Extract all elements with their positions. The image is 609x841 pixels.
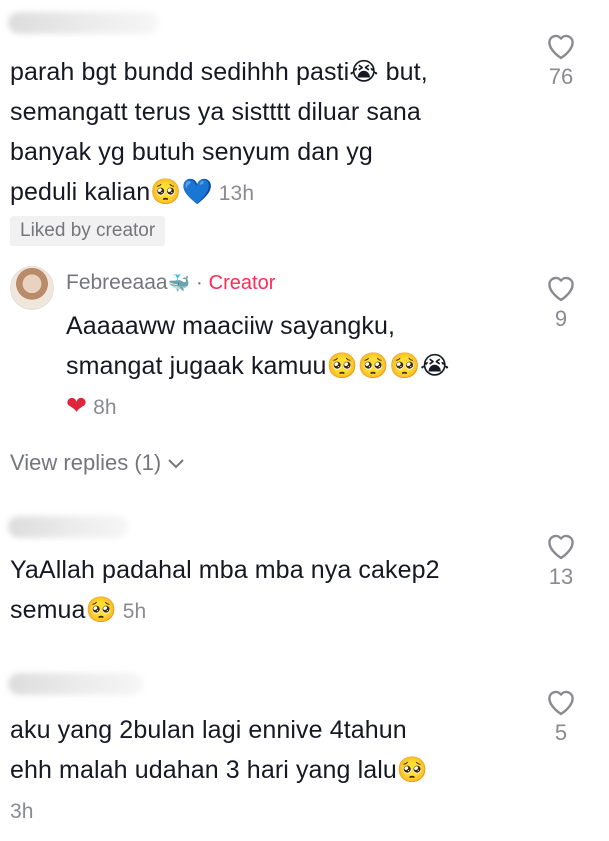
comment1-time: 13h	[218, 182, 255, 205]
pleading-face-emoji: 🥺	[150, 177, 182, 206]
comment3-time: 3h	[10, 800, 34, 823]
reply-time: 8h	[93, 396, 117, 419]
avatar[interactable]	[10, 266, 54, 310]
comment1-text: parah bgt bundd sedihhh pasti😭 but, sema…	[10, 52, 428, 214]
comment3-text: aku yang 2bulan lagi ennive 4tahun ehh m…	[10, 710, 428, 832]
comment3-line2: ehh malah udahan 3 hari yang lalu	[10, 756, 397, 784]
crying-face-emoji: 😭	[420, 351, 450, 380]
pleading-face-emoji: 🥺	[396, 755, 429, 784]
creator-label: Creator	[208, 272, 276, 294]
reply-separator: ·	[190, 271, 209, 294]
pleading-face-emoji: 🥺🥺🥺	[326, 351, 421, 380]
view-replies-button[interactable]: View replies (1)	[10, 450, 185, 476]
comment3-like-count: 5	[554, 720, 568, 745]
comment1-line2: semangatt terus ya sistttt diluar sana	[10, 98, 421, 126]
reply-username[interactable]: Febreeaaa	[66, 271, 168, 294]
heart-outline-icon[interactable]	[544, 686, 578, 716]
reply-like-count: 9	[554, 306, 568, 331]
comment3-line1: aku yang 2bulan lagi ennive 4tahun	[10, 716, 407, 744]
pleading-face-emoji: 🥺	[85, 595, 117, 624]
liked-by-creator-badge: Liked by creator	[10, 216, 166, 246]
comment3-like[interactable]: 5	[531, 686, 591, 746]
comment1-line1: parah bgt bundd sedihhh pasti	[10, 58, 350, 86]
comment3-username-blurred[interactable]	[8, 673, 143, 695]
comment1-line1-tail: but,	[378, 58, 428, 86]
comment1-like-count: 76	[548, 64, 574, 89]
view-replies-label: View replies (1)	[10, 450, 162, 475]
comment1-username-blurred[interactable]	[8, 12, 158, 34]
reply-line2: smangat jugaak kamuu	[66, 352, 327, 380]
comment2-like[interactable]: 13	[531, 530, 591, 590]
comment1-line3: banyak yg butuh senyum dan yg	[10, 138, 373, 166]
crying-face-emoji: 😭	[349, 57, 379, 86]
comment2-username-blurred[interactable]	[8, 516, 128, 538]
reply-text: Aaaaaww maaciiw sayangku, smangat jugaak…	[66, 306, 449, 428]
comment2-line1: YaAllah padahal mba mba nya cakep2	[10, 556, 440, 584]
whale-emoji: 🐳	[167, 273, 190, 294]
red-heart-emoji: ❤	[66, 391, 88, 420]
heart-outline-icon[interactable]	[544, 272, 578, 302]
blue-heart-emoji: 💙	[181, 177, 213, 206]
comment2-time: 5h	[122, 600, 147, 623]
comment1-line4: peduli kalian	[10, 178, 151, 206]
chevron-down-icon	[168, 459, 185, 469]
reply-header: Febreeaaa🐳 · Creator	[66, 271, 275, 295]
reply-line1: Aaaaaww maaciiw sayangku,	[66, 312, 396, 340]
comment2-text: YaAllah padahal mba mba nya cakep2 semua…	[10, 550, 440, 632]
reply-like[interactable]: 9	[531, 272, 591, 332]
heart-outline-icon[interactable]	[544, 30, 578, 60]
comment2-line2: semua	[10, 596, 86, 624]
heart-outline-icon[interactable]	[544, 530, 578, 560]
comment2-like-count: 13	[548, 564, 574, 589]
comment1-like[interactable]: 76	[531, 30, 591, 90]
